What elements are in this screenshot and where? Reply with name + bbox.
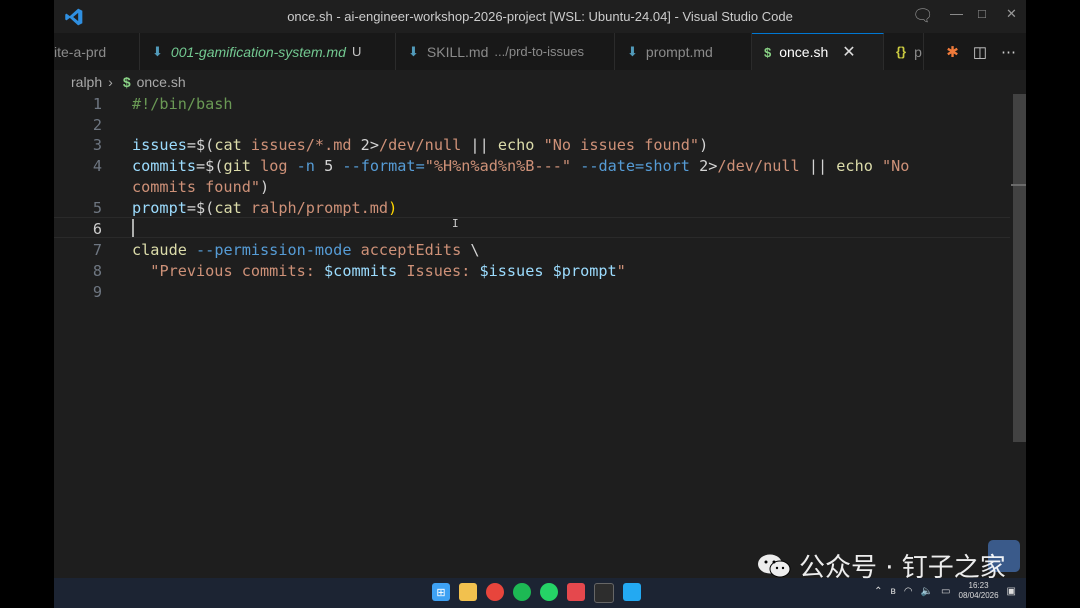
code-text: #!/bin/bash [132, 95, 233, 113]
tab-label: 001-gamification-system.md [170, 43, 346, 60]
line-number: 3 [92, 136, 102, 154]
code-line: 3 issues=$(cat issues/*.md 2>/dev/null |… [54, 135, 1010, 156]
code-line-wrap: commits found") [54, 177, 1010, 198]
clock[interactable]: 16:23 08/04/2026 [959, 581, 999, 601]
tab-once-sh[interactable]: $ once.sh ✕ [752, 33, 884, 70]
code-line: 5 prompt=$(cat ralph/prompt.md) [54, 198, 1010, 219]
code-text: "Previous commits: $commits Issues: $iss… [150, 262, 626, 280]
shell-icon: $ [764, 44, 772, 60]
code-text: commits=$(git log -n 5 --format="%H%n%ad… [132, 157, 910, 175]
line-number: 6 [92, 220, 102, 238]
tab-actions: ✱ ◫ ⋯ [946, 43, 1016, 61]
tab-label: SKILL.md [426, 43, 489, 60]
code-line: 2 [54, 115, 1010, 136]
text-cursor-pointer-icon: I [452, 217, 459, 230]
breadcrumb-folder[interactable]: ralph [71, 74, 102, 90]
tab-prompt[interactable]: ⬇ prompt.md [615, 33, 752, 70]
tab-write-a-prd[interactable]: ite-a-prd [54, 33, 140, 70]
wechat-logo-icon [758, 554, 791, 577]
claude-icon[interactable]: ✱ [946, 43, 959, 61]
text-caret [132, 219, 134, 237]
tab-label: once.sh [779, 44, 829, 60]
code-text: prompt=$(cat ralph/prompt.md) [132, 199, 398, 217]
line-number: 4 [92, 157, 102, 175]
taskbar-apps: ⊞ [432, 583, 641, 603]
tab-label: prompt.md [645, 43, 713, 60]
code-editor[interactable]: 1 #!/bin/bash 2 3 issues=$(cat issues/*.… [54, 94, 1010, 578]
vertical-scrollbar[interactable] [1011, 94, 1026, 578]
more-actions-icon[interactable]: ⋯ [1001, 43, 1016, 61]
close-tab-icon[interactable]: ✕ [842, 42, 855, 62]
notification-icon[interactable]: ▣ [1007, 586, 1016, 597]
code-line: 7 claude --permission-mode acceptEdits \ [54, 240, 1010, 261]
line-number: 2 [92, 116, 102, 134]
code-line: 4 commits=$(git log -n 5 --format="%H%n%… [54, 156, 1010, 177]
watermark: 公众号 · 钉子之家 [757, 547, 1006, 584]
line-number: 9 [92, 283, 102, 301]
line-number: 5 [92, 199, 102, 217]
todo-app-icon[interactable] [567, 583, 585, 601]
markdown-icon: ⬇ [408, 43, 419, 59]
chevron-right-icon: › [108, 74, 113, 90]
json-icon: {} [896, 44, 907, 59]
code-line: 1 #!/bin/bash [54, 94, 1010, 115]
tab-skill[interactable]: ⬇ SKILL.md .../prd-to-issues [396, 33, 615, 70]
watermark-text: 公众号 · 钉子之家 [799, 553, 1006, 583]
code-line: 8 "Previous commits: $commits Issues: $i… [54, 261, 1010, 282]
scrollbar-thumb[interactable] [1013, 94, 1026, 442]
untracked-badge: U [351, 44, 362, 59]
split-editor-icon[interactable]: ◫ [973, 43, 987, 61]
file-explorer-icon[interactable] [459, 583, 477, 601]
windows-start-icon[interactable]: ⊞ [432, 583, 450, 601]
line-number: 1 [92, 95, 102, 113]
tab-path: .../prd-to-issues [494, 44, 584, 59]
code-line: 6 [54, 219, 1010, 240]
spotify-icon[interactable] [513, 583, 531, 601]
cursor-position-marker [1011, 184, 1026, 186]
volume-icon[interactable]: 🔈 [921, 586, 933, 597]
markdown-icon: ⬇ [627, 43, 638, 59]
chevron-up-icon[interactable]: ⌃ [874, 586, 882, 597]
markdown-icon: ⬇ [152, 43, 163, 59]
minimize-button[interactable]: — [950, 6, 963, 21]
system-tray: ⌃ ʙ ◠ 🔈 ▭ 16:23 08/04/2026 ▣ [874, 581, 1016, 601]
battery-icon[interactable]: ▭ [941, 586, 950, 597]
title-bar: once.sh - ai-engineer-workshop-2026-proj… [54, 0, 1026, 33]
chrome-icon[interactable] [486, 583, 504, 601]
tab-label: p [914, 43, 922, 60]
close-window-button[interactable]: ✕ [1006, 6, 1017, 22]
wifi-icon[interactable]: ◠ [904, 586, 913, 597]
restore-button[interactable]: □ [978, 6, 986, 21]
breadcrumb-file[interactable]: once.sh [137, 74, 186, 90]
clock-date: 08/04/2026 [958, 591, 999, 600]
code-line: 9 [54, 282, 1010, 303]
code-text: claude --permission-mode acceptEdits \ [132, 241, 480, 259]
feedback-icon[interactable]: 🗨 [912, 6, 934, 26]
tab-label: ite-a-prd [54, 43, 107, 60]
tab-gamification[interactable]: ⬇ 001-gamification-system.md U [140, 33, 396, 70]
vscode-window: once.sh - ai-engineer-workshop-2026-proj… [54, 0, 1026, 608]
code-text: issues=$(cat issues/*.md 2>/dev/null || … [132, 136, 709, 154]
breadcrumb: ralph › $ once.sh [71, 74, 186, 90]
editor-tabs: ite-a-prd ⬇ 001-gamification-system.md U… [54, 33, 1026, 70]
line-number: 8 [92, 262, 102, 280]
bluetooth-icon[interactable]: ʙ [891, 586, 896, 597]
line-number: 7 [92, 241, 102, 259]
window-title: once.sh - ai-engineer-workshop-2026-proj… [287, 9, 793, 24]
code-text: commits found") [132, 178, 270, 196]
shell-icon: $ [122, 74, 131, 90]
tab-p[interactable]: {} p [884, 33, 924, 70]
whatsapp-icon[interactable] [540, 583, 558, 601]
terminal-icon[interactable] [594, 583, 614, 603]
vscode-taskbar-icon[interactable] [623, 583, 641, 601]
